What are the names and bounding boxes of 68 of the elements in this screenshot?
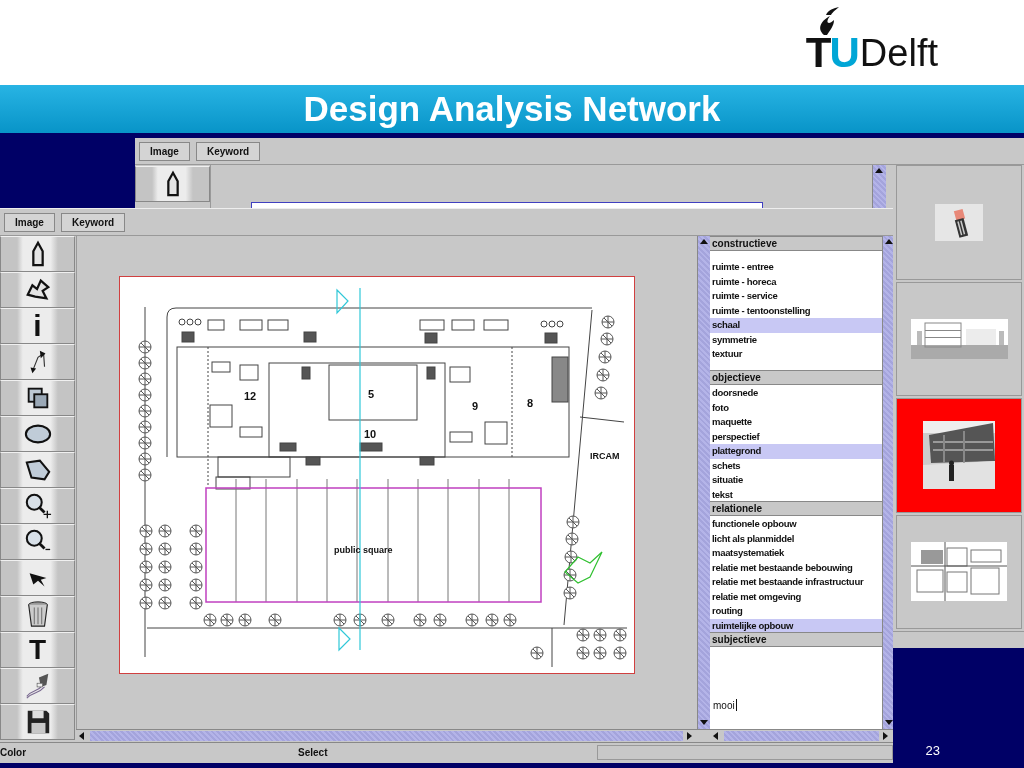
plan-label: 9 [472,400,479,412]
plan-label: 8 [527,397,534,409]
toolbar-button[interactable]: Keyword [60,212,126,232]
status-text: Select [298,746,329,758]
keyword-item[interactable]: situatie [710,473,882,488]
plan-label: 10 [364,428,377,440]
keyword-item[interactable]: plattegrond [710,444,882,459]
zoom-in-icon [23,492,52,520]
keyword-item[interactable]: schaal [710,318,882,333]
tool-button[interactable] [0,524,75,560]
keyword-item[interactable]: ruimte - horeca [710,274,882,289]
tool-button[interactable]: T [0,632,75,668]
thumbnail[interactable] [896,281,1022,396]
selection-rectangle[interactable] [205,487,542,603]
keyword-item[interactable]: licht als planmiddel [710,531,882,546]
page-number: 23 [925,743,940,758]
keyword-item[interactable]: maatsystematiek [710,546,882,561]
toolbar-button[interactable]: Image [139,141,190,161]
tool-button[interactable] [0,704,75,740]
keyword-item[interactable]: relatie met bestaande infrastructuur [710,575,882,590]
keyword-item[interactable]: doorsnede [710,386,882,401]
keyword-item[interactable]: functionele opbouw [710,517,882,532]
tool-button[interactable]: i [0,308,75,344]
scrollbar[interactable] [697,236,710,729]
keyword-item[interactable]: ruimte - service [710,289,882,304]
keyword-item[interactable]: tekst [710,487,882,502]
toolbar-button[interactable]: Image [4,212,55,232]
keyword-item[interactable]: ruimte - tentoonstelling [710,303,882,318]
tool-button[interactable] [0,560,75,596]
plan-label: 12 [244,390,257,402]
thumbnail[interactable] [896,514,1022,629]
keyword-item[interactable]: relatie met bestaande bebouwing [710,560,882,575]
status-text: Color [0,746,28,758]
scrollbar[interactable] [76,729,697,741]
keyword-item[interactable]: textuur [710,347,882,362]
tool-button[interactable] [0,452,75,488]
plan-label: 5 [368,388,375,400]
plan-label: IRCAM [590,451,620,461]
group-header: constructieve [710,236,882,251]
scrollbar[interactable] [872,165,886,208]
keyword-item[interactable]: perspectief [710,429,882,444]
thumbnail[interactable] [896,165,1022,280]
toolbar-button[interactable]: Keyword [195,141,261,161]
logo-name: Delft [859,33,938,73]
plan-label: public square [334,545,393,555]
keyword-item[interactable]: foto [710,400,882,415]
keyword-item[interactable]: ruimte - entree [710,260,882,275]
tool-button[interactable] [0,380,75,416]
logo-mark: TU [805,33,858,73]
keyword-item[interactable]: relatie met omgeving [710,589,882,604]
keyword-item[interactable]: maquette [710,415,882,430]
tool-button[interactable] [0,236,75,272]
scrollbar[interactable] [710,729,893,741]
keyword-item[interactable]: schets [710,458,882,473]
tool-button[interactable] [0,272,75,308]
group-header: subjectieve [710,632,882,647]
keyword-item[interactable]: symmetrie [710,332,882,347]
group-header: objectieve [710,370,882,385]
keyword-item[interactable]: routing [710,604,882,619]
scrollbar[interactable] [882,236,893,729]
tool-button[interactable] [0,488,75,524]
slide-title: Design Analysis Network [303,89,721,129]
tool-button[interactable] [0,416,75,452]
tool-button[interactable] [135,166,210,202]
freeform-shape[interactable] [564,551,603,584]
axis-line[interactable] [336,287,361,652]
thumbnail[interactable] [896,398,1022,513]
group-header: relationele [710,501,882,516]
